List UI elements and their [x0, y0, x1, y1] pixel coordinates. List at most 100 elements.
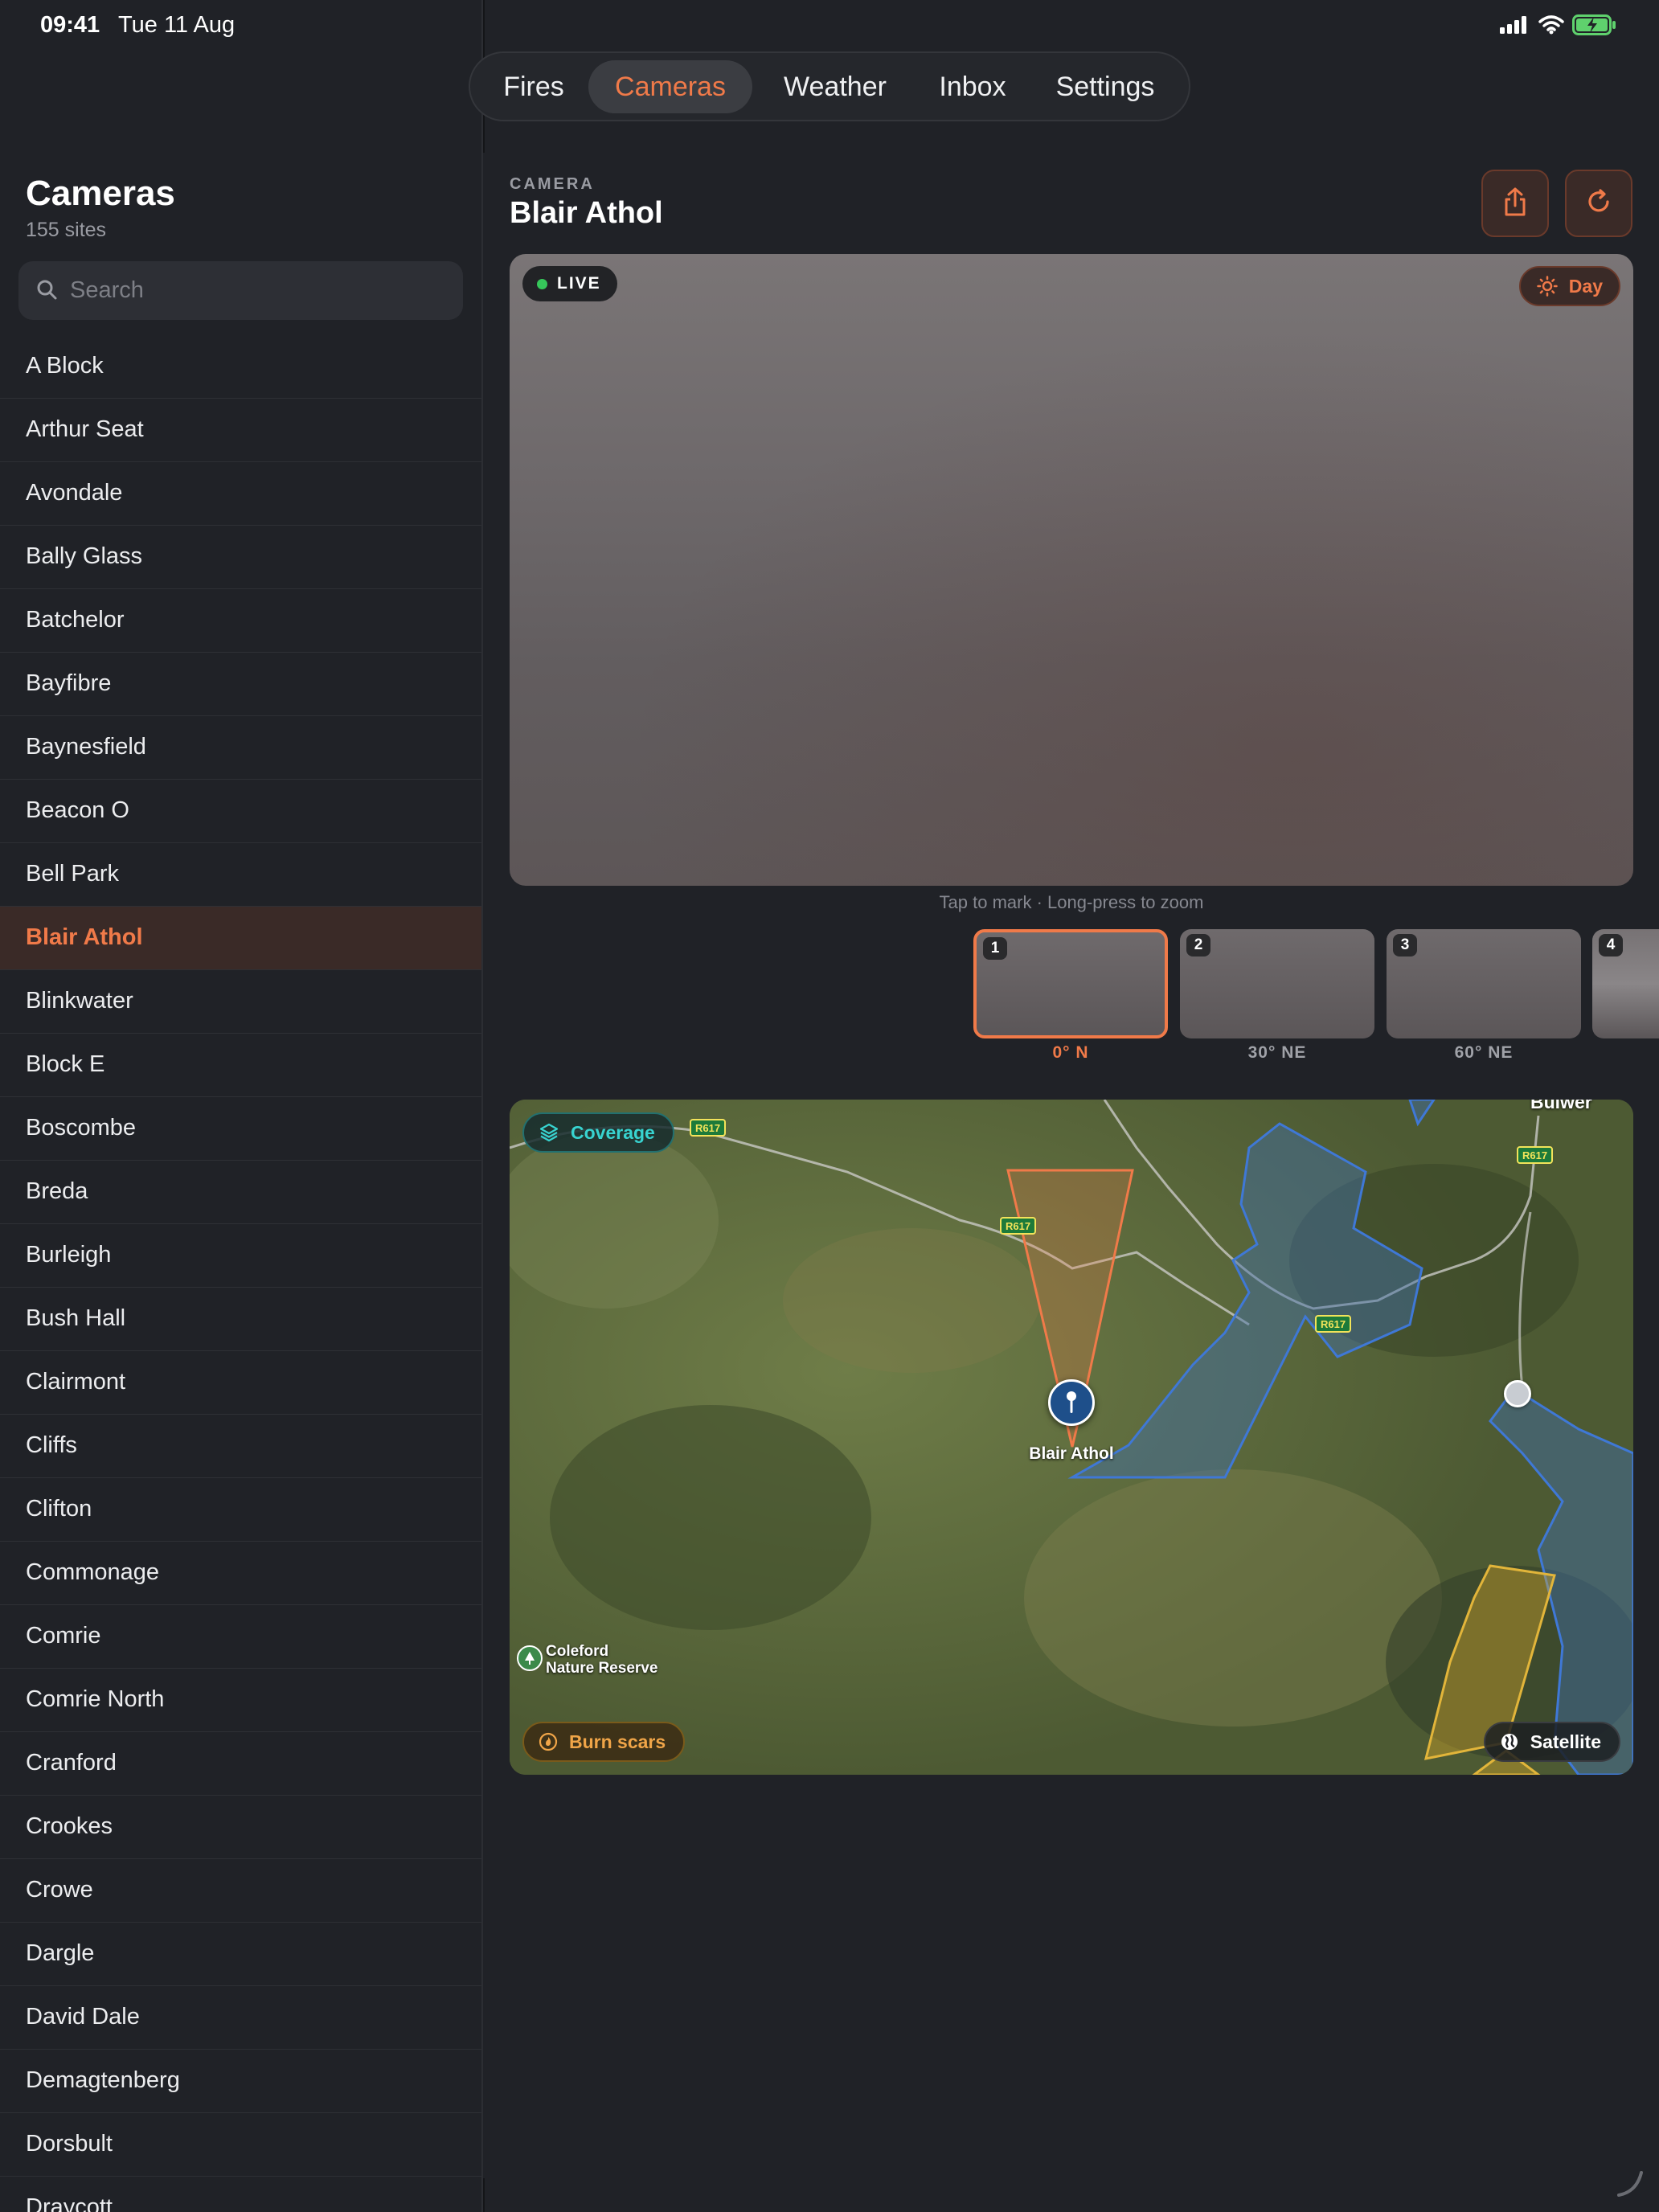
camera-list-item[interactable]: Draycott: [0, 2177, 481, 2212]
road-shield: R617: [1315, 1315, 1352, 1333]
sidebar-title: Cameras: [26, 174, 175, 213]
coverage-label: Coverage: [571, 1121, 655, 1143]
camera-list-item-label: Burleigh: [26, 1242, 112, 1268]
camera-list-item-label: Clairmont: [26, 1369, 126, 1395]
live-indicator-dot: [537, 278, 547, 289]
view-thumbnail-3[interactable]: 3: [1387, 929, 1581, 1038]
camera-list-item-label: Bell Park: [26, 861, 120, 887]
camera-title: Blair Athol: [510, 196, 663, 230]
reserve-type: Nature Reserve: [546, 1660, 658, 1677]
day-label: Day: [1568, 275, 1603, 297]
share-button[interactable]: [1481, 170, 1549, 237]
search-field[interactable]: [18, 261, 463, 320]
tab-fires[interactable]: Fires: [485, 60, 583, 113]
view-heading-2: 30° NE: [1247, 1043, 1307, 1062]
pane-divider-bottom: [483, 2178, 485, 2212]
camera-list-item[interactable]: A Block: [0, 335, 481, 399]
tab-cameras[interactable]: Cameras: [588, 60, 752, 113]
camera-list-item[interactable]: Dorsbult: [0, 2113, 481, 2177]
camera-list-item-label: Batchelor: [26, 607, 125, 633]
camera-list-item[interactable]: Blair Athol: [0, 907, 481, 970]
camera-pin[interactable]: [1048, 1379, 1095, 1426]
camera-list-item-label: Breda: [26, 1178, 88, 1204]
coverage-map[interactable]: R617 R617 R617 R617 Bulwer Coverage Burn…: [510, 1100, 1633, 1775]
camera-list-item[interactable]: Demagtenberg: [0, 2050, 481, 2113]
search-input[interactable]: [70, 272, 440, 308]
satellite-terrain: [510, 1100, 1633, 1775]
camera-list-item[interactable]: Crookes: [0, 1796, 481, 1859]
view-heading-3: 60° NE: [1454, 1043, 1514, 1062]
camera-list-item-label: Arthur Seat: [26, 416, 144, 442]
view-thumbnail-4[interactable]: 4: [1592, 929, 1659, 1038]
camera-list-item-label: Boscombe: [26, 1115, 137, 1141]
camera-list-item[interactable]: Cranford: [0, 1732, 481, 1796]
sidebar: Cameras 155 sites A Block Arthur Seat Avon…: [0, 0, 483, 2212]
camera-list-item[interactable]: Clairmont: [0, 1351, 481, 1415]
camera-list-item-label: Blinkwater: [26, 988, 133, 1014]
live-badge: LIVE: [522, 266, 617, 301]
refresh-button[interactable]: [1565, 170, 1632, 237]
other-camera-marker[interactable]: [1504, 1380, 1531, 1407]
camera-list-item[interactable]: Beacon O: [0, 780, 481, 843]
camera-list-item-label: Crowe: [26, 1877, 93, 1903]
satellite-label: Satellite: [1530, 1731, 1601, 1752]
camera-list-item-label: Bayfibre: [26, 670, 112, 696]
camera-list-item-label: Crookes: [26, 1813, 113, 1839]
camera-list-item[interactable]: Block E: [0, 1034, 481, 1097]
camera-list-item[interactable]: Baynesfield: [0, 716, 481, 780]
day-night-toggle[interactable]: Day: [1518, 266, 1620, 306]
layers-icon: [539, 1122, 559, 1143]
camera-list-item[interactable]: Cliffs: [0, 1415, 481, 1478]
camera-list-item-label: Comrie: [26, 1623, 101, 1649]
resize-handle-icon: [1617, 2171, 1643, 2197]
camera-list-item[interactable]: Bally Glass: [0, 526, 481, 589]
status-time: 09:41: [40, 12, 100, 38]
camera-list-item[interactable]: Burleigh: [0, 1224, 481, 1288]
camera-list-item[interactable]: Clifton: [0, 1478, 481, 1542]
section-tab-bar: Fires Cameras Weather Inbox Settings: [469, 51, 1190, 121]
coverage-layer-toggle[interactable]: Coverage: [522, 1112, 674, 1153]
view-number: 2: [1186, 934, 1210, 956]
live-label: LIVE: [557, 274, 601, 293]
road-shield: R617: [1517, 1146, 1554, 1164]
view-thumbnail-2[interactable]: 2: [1180, 929, 1374, 1038]
camera-list-item[interactable]: Breda: [0, 1161, 481, 1224]
camera-list-item[interactable]: Bush Hall: [0, 1288, 481, 1351]
camera-list-item[interactable]: Boscombe: [0, 1097, 481, 1161]
camera-list-item[interactable]: Avondale: [0, 462, 481, 526]
camera-list-item[interactable]: Bell Park: [0, 843, 481, 907]
satellite-toggle[interactable]: Satellite: [1483, 1722, 1620, 1762]
view-heading-1: 0° N: [1052, 1043, 1089, 1062]
camera-kicker: CAMERA: [510, 175, 595, 193]
share-icon: [1501, 186, 1529, 221]
camera-list-item-label: Bush Hall: [26, 1305, 126, 1331]
camera-live-feed[interactable]: LIVE Day: [510, 254, 1633, 886]
view-thumbnail-1[interactable]: 1: [973, 929, 1168, 1038]
tab-inbox[interactable]: Inbox: [917, 60, 1028, 113]
refresh-icon: [1585, 188, 1612, 219]
cellular-signal-icon: [1500, 16, 1530, 38]
tab-settings[interactable]: Settings: [1033, 60, 1178, 113]
camera-list-item[interactable]: Crowe: [0, 1859, 481, 1923]
camera-list-item-label: Dargle: [26, 1940, 95, 1966]
status-bar: 09:41 Tue 11 Aug: [0, 0, 1659, 48]
wifi-icon: [1538, 15, 1564, 39]
camera-list-item-label: Block E: [26, 1051, 105, 1077]
camera-list-item-label: Cliffs: [26, 1432, 77, 1458]
flame-icon: [539, 1732, 558, 1751]
camera-list-item[interactable]: Bayfibre: [0, 653, 481, 716]
camera-list-item[interactable]: Dargle: [0, 1923, 481, 1986]
tab-weather[interactable]: Weather: [758, 60, 912, 113]
camera-list-item-label: Demagtenberg: [26, 2067, 180, 2093]
burn-scars-label: Burn scars: [569, 1731, 666, 1752]
camera-list-item[interactable]: Arthur Seat: [0, 399, 481, 462]
camera-list-item[interactable]: David Dale: [0, 1986, 481, 2050]
battery-charging-icon: [1572, 14, 1617, 39]
camera-list-item[interactable]: Comrie North: [0, 1669, 481, 1732]
camera-list-item[interactable]: Comrie: [0, 1605, 481, 1669]
burn-scars-toggle[interactable]: Burn scars: [522, 1722, 686, 1762]
camera-list-item[interactable]: Batchelor: [0, 589, 481, 653]
camera-list-item-label: Bally Glass: [26, 543, 143, 569]
camera-list-item[interactable]: Blinkwater: [0, 970, 481, 1034]
camera-list-item[interactable]: Commonage: [0, 1542, 481, 1605]
